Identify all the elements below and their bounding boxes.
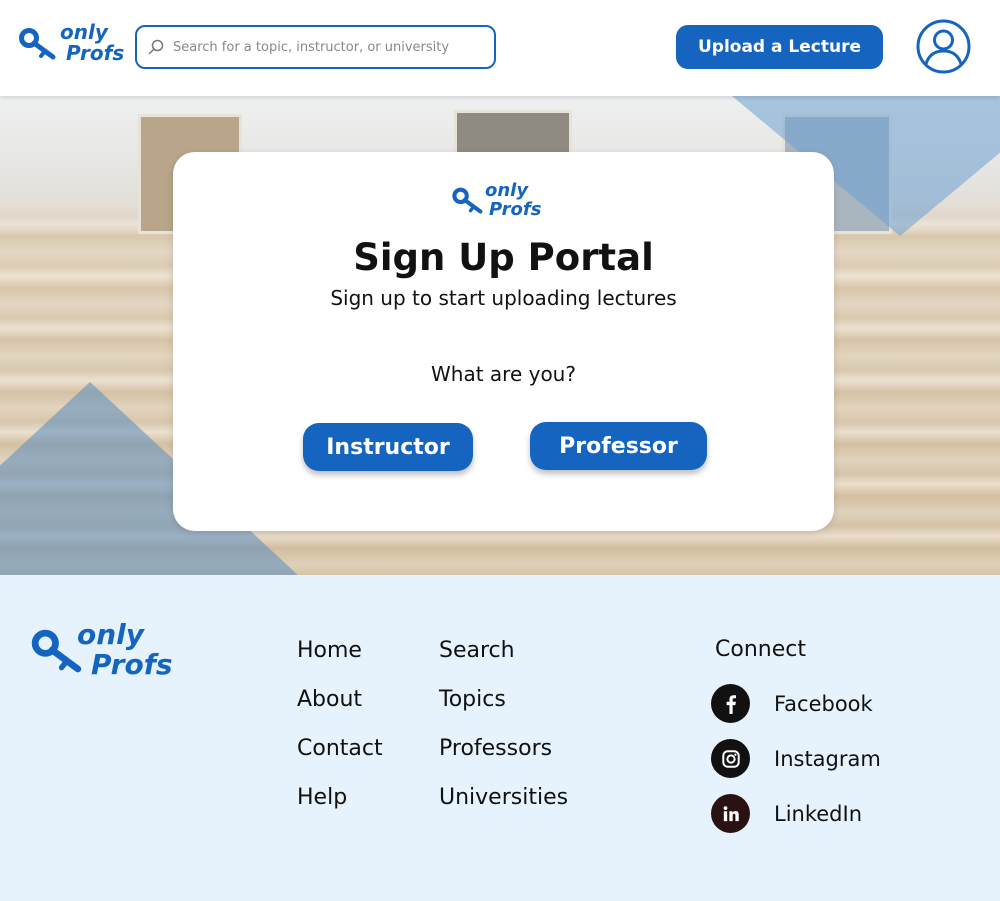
upload-lecture-button[interactable]: Upload a Lecture: [676, 25, 883, 69]
logo-line2: Profs: [91, 648, 173, 681]
footer-logo[interactable]: only Profs: [30, 621, 173, 679]
footer-link-about[interactable]: About: [297, 686, 383, 735]
footer-link-search[interactable]: Search: [439, 637, 568, 686]
search-input[interactable]: [173, 39, 473, 55]
footer-link-help[interactable]: Help: [297, 784, 383, 833]
social-link-facebook[interactable]: Facebook: [711, 684, 873, 723]
key-icon: [452, 187, 483, 214]
page-subtitle: Sign up to start uploading lectures: [330, 286, 677, 310]
social-link-instagram[interactable]: Instagram: [711, 739, 881, 778]
logo-line1: only: [60, 20, 108, 44]
logo-wordmark: only Profs: [60, 22, 124, 63]
footer-nav-column: Search Topics Professors Universities: [439, 637, 568, 833]
page-title: Sign Up Portal: [353, 236, 654, 279]
logo-line1: only: [77, 618, 145, 651]
footer-nav-column: Home About Contact Help: [297, 637, 383, 833]
footer-link-universities[interactable]: Universities: [439, 784, 568, 833]
facebook-icon: [711, 684, 750, 723]
logo-line2: Profs: [66, 41, 125, 65]
social-label: Facebook: [774, 691, 873, 716]
logo-line2: Profs: [489, 199, 542, 220]
footer-link-home[interactable]: Home: [297, 637, 383, 686]
connect-heading: Connect: [715, 637, 806, 662]
top-nav-bar: only Profs Upload a Lecture: [0, 0, 1000, 96]
footer-link-topics[interactable]: Topics: [439, 686, 568, 735]
search-bar[interactable]: [135, 25, 496, 69]
logo-wordmark: only Profs: [485, 182, 541, 219]
signup-card: only Profs Sign Up Portal Sign up to sta…: [173, 152, 834, 531]
footer: only Profs Home About Contact Help Searc…: [0, 575, 1000, 901]
social-label: Instagram: [774, 746, 881, 771]
search-icon: [148, 39, 164, 55]
card-logo: only Profs: [451, 182, 541, 219]
key-icon: [19, 28, 56, 60]
footer-link-professors[interactable]: Professors: [439, 735, 568, 784]
social-label: LinkedIn: [774, 801, 863, 826]
professor-button[interactable]: Professor: [530, 422, 707, 470]
logo-wordmark: only Profs: [77, 621, 173, 679]
footer-link-contact[interactable]: Contact: [297, 735, 383, 784]
site-logo[interactable]: only Profs: [18, 22, 124, 63]
role-question: What are you?: [431, 362, 576, 386]
social-link-linkedin[interactable]: LinkedIn: [711, 794, 862, 833]
hero-section: only Profs Sign Up Portal Sign up to sta…: [0, 96, 1000, 575]
instagram-icon: [711, 739, 750, 778]
instructor-button[interactable]: Instructor: [303, 423, 473, 471]
user-avatar-icon[interactable]: [916, 19, 971, 74]
logo-line1: only: [485, 180, 529, 201]
linkedin-icon: [711, 794, 750, 833]
